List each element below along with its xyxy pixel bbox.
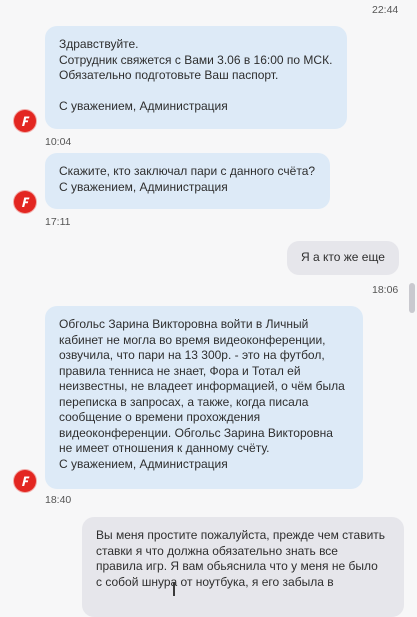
bookmaker-logo-f-icon[interactable] xyxy=(14,470,36,492)
message-time: 17:11 xyxy=(45,216,71,228)
message-line: С уважением, Администрация xyxy=(59,456,228,471)
message-line xyxy=(59,84,333,100)
message-line: сообщение о времени прохождения xyxy=(59,410,261,424)
message-time: 18:40 xyxy=(45,494,72,506)
message-line: не имеет отношения к данному счёту. xyxy=(59,441,270,455)
message-line: озвучила, что пари на 13 300р. - это на … xyxy=(59,348,325,362)
message-bubble-incoming: Здравствуйте. Сотрудник свяжется с Вами … xyxy=(45,26,347,129)
message-line: Сотрудник свяжется с Вами 3.06 в 16:00 п… xyxy=(59,52,333,67)
message-line: С уважением, Администрация xyxy=(59,99,228,113)
bookmaker-logo-f-icon[interactable] xyxy=(14,110,36,132)
message-line: Скажите, кто заключал пари с данного счё… xyxy=(59,164,316,178)
message-line: с собой шнура от ноутбука, я его забыла … xyxy=(96,574,334,589)
text-cursor xyxy=(173,582,175,596)
message-line: ставки я что должна обязательно знать вс… xyxy=(96,543,338,558)
chat-thread: 22:44 Здравствуйте. Сотрудник свяжется с… xyxy=(0,0,417,617)
message-line: Обязательно подготовьте Ваш паспорт. xyxy=(59,68,279,82)
scrollbar-thumb[interactable] xyxy=(409,283,415,313)
message-bubble-outgoing: Я а кто же еще xyxy=(287,241,399,275)
message-bubble-incoming: Обгольс Зарина Викторовна войти в Личный… xyxy=(45,306,363,489)
message-line: неизвестны, не владеет информацией, о чё… xyxy=(59,379,345,393)
message-line: С уважением, Администрация xyxy=(59,179,228,194)
message-line: Здравствуйте. xyxy=(59,37,139,51)
message-time: 22:44 xyxy=(372,4,399,16)
message-bubble-outgoing: Вы меня простите пожалуйста, прежде чем … xyxy=(82,517,404,617)
message-line: Обгольс Зарина Викторовна войти в Личный xyxy=(59,317,309,331)
message-line: кабинет не могла во время видеоконференц… xyxy=(59,332,326,347)
message-line: правила игр. Я вам обьяснила что у меня … xyxy=(96,559,378,573)
message-time: 10:04 xyxy=(45,136,72,148)
message-line: Я а кто же еще xyxy=(301,250,385,264)
bookmaker-logo-f-icon[interactable] xyxy=(14,191,36,213)
message-line: правила тенниса не знает, Фора и Тотал е… xyxy=(59,363,301,378)
message-line: Вы меня простите пожалуйста, прежде чем … xyxy=(96,528,386,542)
message-line: видеоконференции. Обгольс Зарина Викторо… xyxy=(59,425,333,440)
message-bubble-incoming: Скажите, кто заключал пари с данного счё… xyxy=(45,153,330,209)
message-time: 18:06 xyxy=(372,284,399,296)
message-line: переписка в запросах, а также, когда пис… xyxy=(59,394,309,409)
